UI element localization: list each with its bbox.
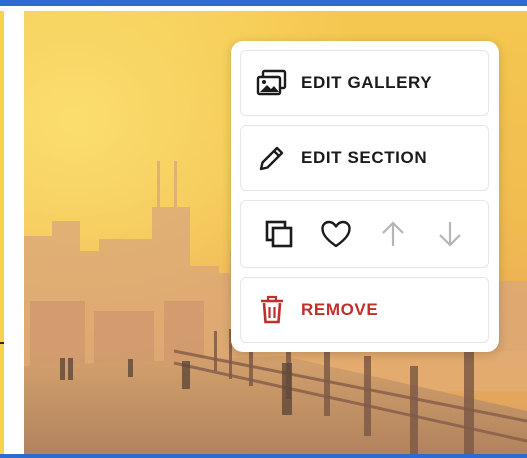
duplicate-icon (265, 220, 293, 248)
move-up-button[interactable] (373, 214, 413, 254)
bottom-border (0, 454, 527, 458)
action-row (240, 200, 489, 268)
edit-section-button[interactable]: EDIT SECTION (240, 125, 489, 191)
heart-icon (321, 220, 351, 248)
left-accent-strip (0, 11, 4, 458)
edit-gallery-label: EDIT GALLERY (301, 73, 433, 92)
edit-gallery-button[interactable]: EDIT GALLERY (240, 50, 489, 116)
left-divider (0, 342, 4, 344)
duplicate-button[interactable] (259, 214, 299, 254)
favorite-button[interactable] (316, 214, 356, 254)
gallery-icon (255, 66, 289, 100)
edit-section-label: EDIT SECTION (301, 148, 428, 167)
arrow-up-icon (382, 221, 404, 246)
context-menu: EDIT GALLERY EDIT SECTION REMOVE (231, 41, 499, 352)
pencil-icon (255, 141, 289, 175)
remove-button[interactable]: REMOVE (240, 277, 489, 343)
move-down-button[interactable] (430, 214, 470, 254)
trash-icon (255, 293, 289, 327)
arrow-down-icon (439, 222, 461, 247)
remove-label: REMOVE (301, 300, 379, 319)
